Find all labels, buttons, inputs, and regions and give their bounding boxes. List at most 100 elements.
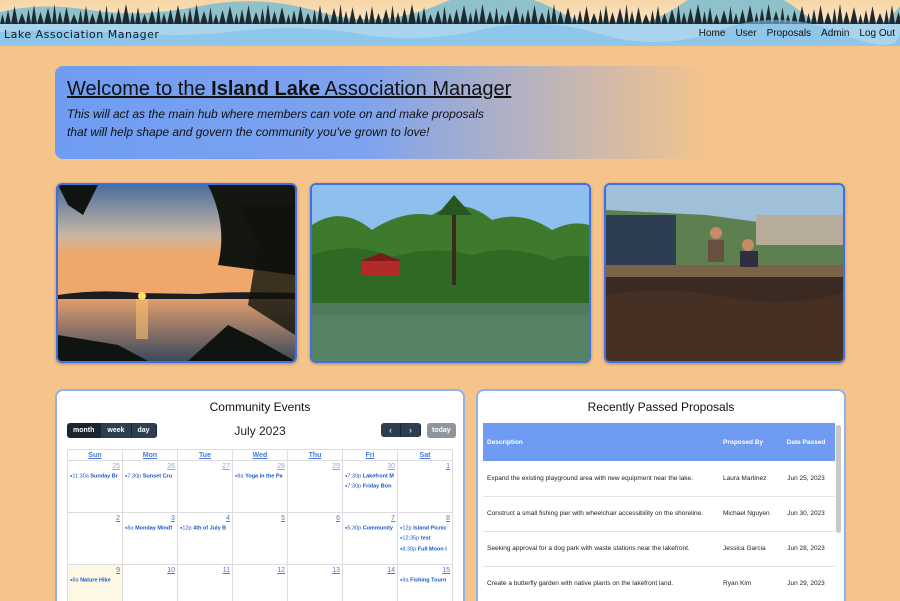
day-number[interactable]: 15	[398, 565, 452, 574]
sunset-lake-photo	[56, 183, 297, 363]
day-number[interactable]: 7	[343, 513, 397, 522]
day-number[interactable]: 30	[343, 461, 397, 470]
proposal-row[interactable]: Create a butterfly garden with native pl…	[483, 566, 835, 601]
day-number[interactable]: 14	[343, 565, 397, 574]
calendar-week: 2511:30a Sunday Br267:30p Sunset Cru2728…	[67, 460, 453, 513]
nav-admin[interactable]: Admin	[821, 28, 849, 39]
proposal-author: Laura Martinez	[719, 461, 777, 497]
date-passed-header[interactable]: Date Passed	[777, 423, 835, 461]
prev-month-button[interactable]: ‹	[381, 423, 401, 437]
calendar-panel: Community Events month week day July 202…	[55, 389, 465, 601]
proposal-description: Expand the existing playground area with…	[483, 461, 719, 497]
event-time: 12p	[182, 525, 192, 532]
day-number[interactable]: 25	[68, 461, 122, 470]
day-number[interactable]: 4	[178, 513, 232, 522]
calendar-event[interactable]: 12:35p test	[398, 534, 452, 542]
day-number[interactable]: 10	[123, 565, 177, 574]
calendar-day[interactable]: 25 11:30a Sunday Br	[67, 460, 123, 513]
calendar-event[interactable]: 8:30p Full Moon I	[398, 545, 452, 553]
calendar-event[interactable]: 8a Yoga in the Pa	[233, 472, 287, 480]
calendar-event[interactable]: 5:30p Community	[343, 524, 397, 532]
day-number[interactable]: 13	[288, 565, 342, 574]
calendar-event[interactable]: 7:30p Sunset Cru	[123, 472, 177, 480]
calendar-title: Community Events	[209, 400, 311, 414]
proposal-description: Seeking approval for a dog park with was…	[483, 531, 719, 567]
proposal-author: Jessica Garcia	[719, 531, 777, 567]
welcome-banner: Welcome to the Island Lake Association M…	[55, 66, 745, 159]
event-title: test	[420, 535, 431, 542]
event-title: Sunset Cru	[142, 473, 173, 480]
description-header[interactable]: Description	[483, 423, 719, 461]
day-number[interactable]: 9	[68, 565, 122, 574]
calendar-day[interactable]: 8 12p Island Picnic 12:35p test 8:30p Full …	[397, 512, 453, 565]
weekday-header: Sun	[67, 449, 123, 461]
weekday-header: Tue	[177, 449, 233, 461]
next-month-button[interactable]: ›	[401, 423, 421, 437]
day-number[interactable]: 1	[398, 461, 452, 470]
calendar-day[interactable]: 9 8a Nature Hike	[67, 564, 123, 601]
calendar-grid: SunMonTueWedThuFriSat 2511:30a Sunday Br…	[67, 449, 453, 601]
calendar-event[interactable]: 8a Nature Hike	[68, 576, 122, 584]
calendar-day[interactable]: 2	[67, 512, 123, 565]
calendar-day[interactable]: 28 8a Yoga in the Pa	[232, 460, 288, 513]
calendar-event[interactable]: 12p Island Picnic	[398, 524, 452, 532]
calendar-day[interactable]: 12	[232, 564, 288, 601]
day-number[interactable]: 8	[398, 513, 452, 522]
dock-people-photo	[604, 183, 845, 363]
calendar-event[interactable]: 11:30a Sunday Br	[68, 472, 122, 480]
day-number[interactable]: 5	[233, 513, 287, 522]
proposals-panel: Recently Passed Proposals Description Pr…	[476, 389, 846, 601]
calendar-day[interactable]: 13	[287, 564, 343, 601]
proposal-row[interactable]: Expand the existing playground area with…	[483, 461, 835, 497]
calendar-day[interactable]: 7 5:30p Community	[342, 512, 398, 565]
calendar-day[interactable]: 1	[397, 460, 453, 513]
calendar-event[interactable]: 8a Monday Mindf	[123, 524, 177, 532]
calendar-event[interactable]: 7:30p Friday Bon	[343, 482, 397, 490]
day-number[interactable]: 29	[288, 461, 342, 470]
event-time: 8a	[72, 577, 79, 584]
nav-logout[interactable]: Log Out	[859, 28, 895, 39]
calendar-day[interactable]: 4 12p 4th of July B	[177, 512, 233, 565]
day-number[interactable]: 2	[68, 513, 122, 522]
calendar-day[interactable]: 29	[287, 460, 343, 513]
calendar-day[interactable]: 26 7:30p Sunset Cru	[122, 460, 178, 513]
day-number[interactable]: 11	[178, 565, 232, 574]
calendar-day[interactable]: 15 9a Fishing Tourn	[397, 564, 453, 601]
event-title: Full Moon I	[417, 546, 447, 553]
nav-proposals[interactable]: Proposals	[767, 28, 811, 39]
event-title: Monday Mindf	[135, 525, 173, 532]
day-number[interactable]: 3	[123, 513, 177, 522]
calendar-day[interactable]: 307:30p Lakefront M7:30p Friday Bon	[342, 460, 398, 513]
proposals-scrollbar[interactable]	[836, 425, 841, 533]
calendar-day[interactable]: 3 8a Monday Mindf	[122, 512, 178, 565]
day-number[interactable]: 27	[178, 461, 232, 470]
calendar-day[interactable]: 11	[177, 564, 233, 601]
weekday-header: Sat	[397, 449, 453, 461]
proposal-row[interactable]: Construct a small fishing pier with whee…	[483, 496, 835, 532]
nav-home[interactable]: Home	[699, 28, 726, 39]
day-number[interactable]: 26	[123, 461, 177, 470]
event-title: Friday Bon	[362, 483, 392, 490]
nav-user[interactable]: User	[735, 28, 756, 39]
proposal-row[interactable]: Seeking approval for a dog park with was…	[483, 531, 835, 567]
event-time: 7:30p	[127, 473, 142, 480]
brand-title[interactable]: Lake Association Manager	[4, 28, 159, 41]
today-button[interactable]: today	[427, 423, 456, 438]
event-title: Nature Hike	[80, 577, 111, 584]
calendar-day[interactable]: 10	[122, 564, 178, 601]
proposals-title: Recently Passed Proposals	[587, 400, 735, 414]
day-number[interactable]: 12	[233, 565, 287, 574]
event-time: 5:30p	[347, 525, 362, 532]
calendar-day[interactable]: 14	[342, 564, 398, 601]
day-number[interactable]: 6	[288, 513, 342, 522]
proposed-by-header[interactable]: Proposed By	[719, 423, 777, 461]
event-time: 8a	[127, 525, 134, 532]
calendar-event[interactable]: 7:30p Lakefront M	[343, 472, 397, 480]
calendar-day[interactable]: 5	[232, 512, 288, 565]
calendar-day[interactable]: 6	[287, 512, 343, 565]
event-time: 7:30p	[347, 473, 362, 480]
calendar-event[interactable]: 9a Fishing Tourn	[398, 576, 452, 584]
calendar-day[interactable]: 27	[177, 460, 233, 513]
calendar-event[interactable]: 12p 4th of July B	[178, 524, 232, 532]
day-number[interactable]: 28	[233, 461, 287, 470]
